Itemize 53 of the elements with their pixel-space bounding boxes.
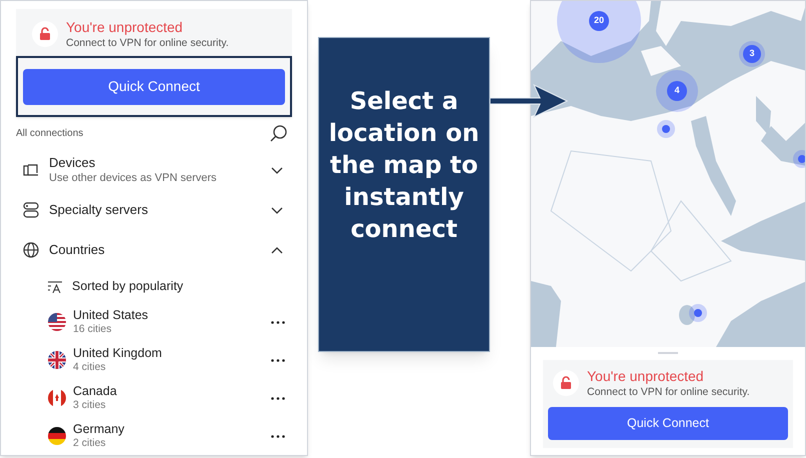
country-row[interactable]: Germany 2 cities (1, 417, 307, 455)
chevron-up-icon (271, 246, 283, 254)
callout-text: Select a location on the map to instantly connect (328, 86, 480, 244)
flag-icon (48, 313, 66, 331)
status-title: You're unprotected (66, 19, 184, 36)
more-icon[interactable] (271, 434, 285, 438)
country-name: United States (73, 308, 150, 324)
city-count: 2 cities (73, 437, 107, 450)
status-title: You're unprotected (587, 368, 705, 386)
status-subtitle: Connect to VPN for online security. (66, 36, 229, 50)
cluster-marker[interactable]: 3 (739, 41, 765, 67)
city-count: 3 cities (73, 399, 107, 412)
more-icon[interactable] (271, 358, 285, 362)
category-row[interactable]: Specialty servers (1, 190, 307, 230)
category-row[interactable]: Countries (1, 230, 307, 270)
chevron-down-icon (271, 206, 283, 214)
sort-label: Sorted by popularity (72, 278, 184, 296)
city-count: 4 cities (73, 361, 107, 374)
server-icon (23, 202, 39, 218)
category-title: Devices (49, 155, 96, 172)
country-name: United Kingdom (73, 346, 163, 362)
lock-icon (32, 21, 58, 48)
chevron-down-icon (271, 166, 283, 174)
flag-icon (48, 351, 66, 369)
status-subtitle: Connect to VPN for online security. (587, 386, 750, 399)
category-title: Specialty servers (49, 202, 149, 219)
globe-icon (23, 242, 39, 258)
category-title: Countries (49, 242, 106, 259)
category-row[interactable]: Devices Use other devices as VPN servers (1, 150, 307, 190)
quick-connect-button[interactable]: Quick Connect (23, 68, 285, 105)
sort-icon (48, 280, 62, 293)
section-label: All connections (16, 127, 84, 142)
map[interactable]: 20 3 4 (531, 1, 805, 347)
more-icon[interactable] (271, 396, 285, 400)
search-icon[interactable] (270, 125, 287, 142)
country-name: Germany (73, 422, 126, 438)
server-marker[interactable] (657, 120, 675, 138)
devices-icon (23, 163, 39, 178)
country-name: Canada (73, 384, 118, 400)
country-row[interactable]: Canada 3 cities (1, 379, 307, 417)
city-count: 16 cities (73, 323, 113, 336)
country-row[interactable]: United States 16 cities (1, 303, 307, 341)
more-icon[interactable] (271, 320, 285, 324)
flag-icon (48, 389, 66, 407)
category-subtitle: Use other devices as VPN servers (49, 172, 218, 186)
lock-icon (553, 370, 579, 396)
country-row[interactable]: United Kingdom 4 cities (1, 341, 307, 379)
quick-connect-button[interactable]: Quick Connect (548, 406, 788, 440)
server-marker[interactable] (689, 304, 707, 322)
flag-icon (48, 427, 66, 445)
drag-handle[interactable] (658, 352, 678, 354)
cluster-marker[interactable]: 20 (557, 1, 641, 63)
cluster-marker[interactable]: 4 (656, 70, 698, 112)
